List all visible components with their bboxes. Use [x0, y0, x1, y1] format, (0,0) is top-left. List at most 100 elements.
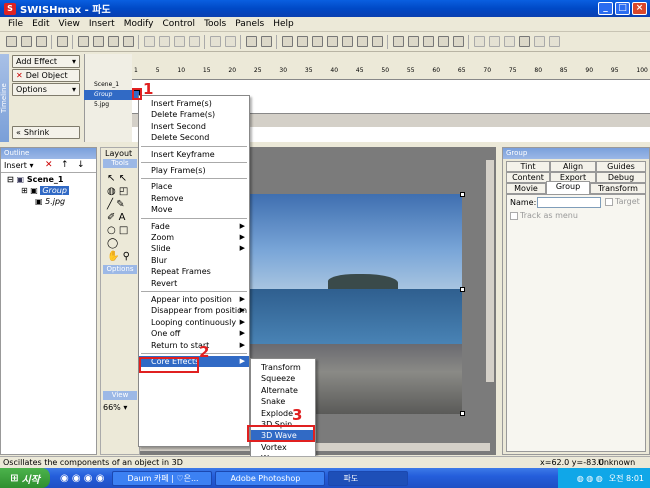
context-menu-item[interactable]: Insert Second	[139, 121, 249, 132]
task-swishmax[interactable]: 파도	[328, 470, 409, 486]
menu-edit[interactable]: Edit	[32, 19, 49, 29]
next-frame-icon[interactable]	[504, 36, 515, 47]
tree-item-image[interactable]: ▣ 5.jpg	[35, 197, 65, 206]
context-menu-item[interactable]: Repeat Frames	[139, 266, 249, 277]
context-menu-item[interactable]: Revert	[139, 278, 249, 289]
last-frame-icon[interactable]	[534, 36, 545, 47]
insert-content-icon[interactable]	[357, 36, 368, 47]
prev-frame-icon[interactable]	[489, 36, 500, 47]
line-tool-icon[interactable]: ╱	[107, 199, 113, 210]
menu-control[interactable]: Control	[163, 19, 196, 29]
options-button[interactable]: Options ▾	[12, 83, 80, 96]
tab-tint[interactable]: Tint	[506, 161, 550, 172]
tab-debug[interactable]: Debug	[596, 172, 646, 183]
submenu-item[interactable]: Explode	[251, 408, 315, 419]
insert-text-icon[interactable]	[297, 36, 308, 47]
context-menu-item[interactable]: Looping continuously ▶	[139, 317, 249, 328]
insert-button-icon[interactable]	[312, 36, 323, 47]
play-icon[interactable]	[408, 36, 419, 47]
tab-content[interactable]: Content	[506, 172, 550, 183]
maximize-button[interactable]: □	[615, 2, 630, 15]
tab-group[interactable]: Group	[546, 181, 590, 194]
subselect-tool-icon[interactable]: ↖	[119, 173, 127, 184]
stop-icon[interactable]	[393, 36, 404, 47]
tree-item-scene[interactable]: ⊟ ▣ Scene_1	[7, 175, 63, 184]
move-up-icon[interactable]	[159, 36, 170, 47]
pen-tool-icon[interactable]: ✎	[116, 199, 124, 210]
undo-icon[interactable]	[210, 36, 221, 47]
move-bottom-icon[interactable]	[189, 36, 200, 47]
save-icon[interactable]	[36, 36, 47, 47]
context-menu-item[interactable]: Disappear from position ▶	[139, 305, 249, 316]
move-top-icon[interactable]	[144, 36, 155, 47]
select-tool-icon[interactable]: ↖	[107, 173, 115, 184]
context-menu-item[interactable]: Return to start ▶	[139, 340, 249, 351]
copy-icon[interactable]	[93, 36, 104, 47]
transform-tool-icon[interactable]: ◰	[119, 186, 128, 197]
submenu-item[interactable]: Alternate	[251, 385, 315, 396]
quick-launch-icons[interactable]: ◉ ◉ ◉ ◉	[60, 473, 104, 484]
context-menu-item[interactable]: Insert Keyframe	[139, 149, 249, 160]
start-button[interactable]: ⊞ 시작	[0, 468, 50, 488]
zoom-tool-icon[interactable]: ⚲	[123, 251, 130, 262]
open-icon[interactable]	[21, 36, 32, 47]
context-menu-item[interactable]: Place	[139, 181, 249, 192]
track-as-menu-checkbox[interactable]	[510, 212, 518, 220]
pencil-tool-icon[interactable]: ✐	[107, 212, 115, 223]
context-menu-item[interactable]: Delete Frame(s)	[139, 109, 249, 120]
shrink-button[interactable]: « Shrink	[12, 126, 80, 139]
menu-help[interactable]: Help	[273, 19, 294, 29]
outline-insert-button[interactable]: Insert ▾	[4, 161, 34, 170]
tray-icons[interactable]: ◍ ◍ ◍	[577, 474, 603, 483]
menu-view[interactable]: View	[59, 19, 80, 29]
collapse-icon[interactable]: ⊟	[7, 175, 14, 184]
resize-handle[interactable]	[460, 192, 465, 197]
ellipse-tool-icon[interactable]: ○	[107, 225, 116, 236]
task-photoshop[interactable]: Adobe Photoshop	[215, 470, 326, 486]
context-menu-item[interactable]: Blur	[139, 255, 249, 266]
hand-tool-icon[interactable]: ✋	[107, 251, 119, 262]
tab-transform[interactable]: Transform	[590, 183, 646, 194]
context-menu-item[interactable]: Appear into position ▶	[139, 294, 249, 305]
tree-item-group[interactable]: ⊞ ▣ Group	[21, 186, 69, 195]
insert-image-icon[interactable]	[327, 36, 338, 47]
submenu-item[interactable]: Snake	[251, 396, 315, 407]
submenu-item[interactable]: Vortex	[251, 442, 315, 453]
vertical-scrollbar[interactable]	[486, 160, 494, 382]
insert-sound-icon[interactable]	[372, 36, 383, 47]
delete-icon[interactable]	[123, 36, 134, 47]
context-menu-item[interactable]: Zoom ▶	[139, 232, 249, 243]
menu-file[interactable]: File	[8, 19, 23, 29]
play-frame-icon[interactable]	[423, 36, 434, 47]
del-object-button[interactable]: ✕ Del Object	[12, 69, 80, 82]
expand-icon[interactable]: ⊞	[21, 186, 28, 195]
context-menu-item[interactable]: One off ▶	[139, 328, 249, 339]
find-icon[interactable]	[57, 36, 68, 47]
insert-sprite-icon[interactable]	[342, 36, 353, 47]
menu-modify[interactable]: Modify	[124, 19, 154, 29]
submenu-item[interactable]: Squeeze	[251, 373, 315, 384]
context-menu-item[interactable]: Fade ▶	[139, 221, 249, 232]
new-icon[interactable]	[6, 36, 17, 47]
minimize-button[interactable]: _	[598, 2, 613, 15]
help-icon[interactable]	[246, 36, 257, 47]
tab-movie[interactable]: Movie	[506, 183, 546, 194]
tab-guides[interactable]: Guides	[596, 161, 646, 172]
arrow-up-icon[interactable]: ↑	[61, 160, 69, 170]
resize-handle[interactable]	[460, 287, 465, 292]
context-menu-item[interactable]: Move	[139, 204, 249, 215]
timeline-row-group[interactable]: Group	[84, 90, 132, 100]
menu-tools[interactable]: Tools	[204, 19, 226, 29]
target-checkbox[interactable]	[605, 198, 613, 206]
name-input[interactable]	[537, 197, 601, 208]
fill-tool-icon[interactable]: ◍	[107, 186, 116, 197]
insert-movie-icon[interactable]	[282, 36, 293, 47]
cut-icon[interactable]	[78, 36, 89, 47]
context-menu-item[interactable]: Slide ▶	[139, 243, 249, 254]
resize-handle[interactable]	[460, 411, 465, 416]
shape-tool-icon[interactable]: ◯	[107, 238, 118, 249]
zoom-select[interactable]: 66% ▾	[103, 403, 127, 412]
paste-icon[interactable]	[108, 36, 119, 47]
arrow-down-icon[interactable]: ↓	[77, 160, 85, 170]
text-tool-icon[interactable]: A	[119, 212, 126, 223]
